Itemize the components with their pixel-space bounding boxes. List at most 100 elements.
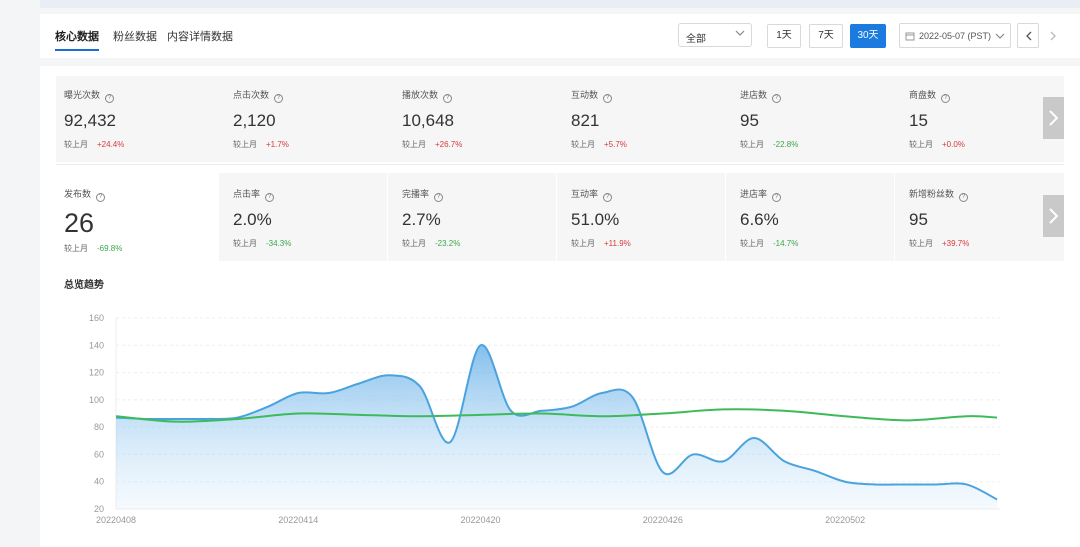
help-icon[interactable]: ? (772, 193, 782, 202)
metric-impressions: 曝光次数? 92,432 较上月 +24.4% (64, 88, 124, 150)
help-icon[interactable]: ? (274, 94, 284, 103)
metric-comp-label: 较上月 (64, 244, 88, 253)
chevron-right-icon (1049, 110, 1059, 126)
tab-bar: 核心数据 粉丝数据 内容详情数据 全部 1天 7天 30天 2022-05-07… (40, 14, 1080, 58)
chart-title: 总览趋势 (64, 280, 104, 291)
metric-store-visit-rate: 进店率? 6.6% 较上月 -14.7% (740, 187, 798, 249)
metric-store-visits: 进店数? 95 较上月 -22.8% (740, 88, 798, 150)
metric-label: 完播率 (402, 189, 430, 199)
metric-change: +0.0% (942, 140, 965, 149)
metric-label: 进店率 (740, 189, 768, 199)
metrics-row-2: 发布数? 26 较上月 -69.8% 点击率? 2.0% 较上月 -34.3% 完播… (56, 173, 1064, 261)
metric-comp-label: 较上月 (740, 239, 764, 248)
help-icon[interactable]: ? (105, 94, 115, 103)
metric-label: 互动数 (571, 90, 599, 100)
metric-value: 95 (740, 111, 759, 130)
metric-comp-label: 较上月 (402, 140, 426, 149)
metric-completion-rate: 完播率? 2.7% 较上月 -23.2% (402, 187, 460, 249)
help-icon[interactable]: ? (96, 193, 106, 202)
metric-value: 821 (571, 111, 600, 130)
help-icon[interactable]: ? (959, 193, 969, 202)
metric-label: 新增粉丝数 (909, 189, 955, 199)
metrics-row-1: 曝光次数? 92,432 较上月 +24.4% 点击次数? 2,120 较上月 +1… (56, 76, 1064, 162)
divider (56, 164, 1064, 165)
help-icon[interactable]: ? (941, 94, 951, 103)
tab-content-detail[interactable]: 内容详情数据 (167, 28, 233, 44)
chevron-right-icon (1049, 208, 1059, 224)
range-30day-button[interactable]: 30天 (850, 24, 886, 48)
metric-change: -22.8% (773, 140, 799, 149)
filter-select[interactable]: 全部 (678, 23, 752, 47)
date-picker-value: 2022-05-07 (PST) (919, 31, 992, 41)
metric-label: 发布数 (64, 189, 92, 199)
help-icon[interactable]: ? (603, 94, 613, 103)
chevron-down-icon (735, 30, 745, 36)
metric-comp-label: 较上月 (233, 239, 257, 248)
metric-label: 点击率 (233, 189, 261, 199)
metric-change: -69.8% (97, 244, 123, 253)
metric-comp-label: 较上月 (740, 140, 764, 149)
metric-comp-label: 较上月 (233, 140, 257, 149)
metric-comp-label: 较上月 (571, 239, 595, 248)
metrics-row-2-next-button[interactable] (1043, 195, 1064, 237)
prev-date-button[interactable] (1017, 23, 1039, 48)
metric-value: 2.0% (233, 210, 272, 229)
metric-label: 商盘数 (909, 90, 937, 100)
metric-label: 进店数 (740, 90, 768, 100)
metric-comp-label: 较上月 (571, 140, 595, 149)
metric-value: 15 (909, 111, 928, 130)
metric-comp-label: 较上月 (909, 140, 933, 149)
help-icon[interactable]: ? (603, 193, 613, 202)
metric-new-followers: 新增粉丝数? 95 较上月 +39.7% (909, 187, 969, 249)
metric-change: -14.7% (773, 239, 799, 248)
tab-fans-data[interactable]: 粉丝数据 (113, 28, 157, 44)
metric-value: 92,432 (64, 111, 116, 130)
calendar-icon (905, 32, 915, 41)
metric-clicks: 点击次数? 2,120 较上月 +1.7% (233, 88, 289, 150)
next-date-button[interactable] (1041, 23, 1063, 48)
metric-change: +11.9% (604, 239, 631, 248)
metric-change: +5.7% (604, 140, 627, 149)
metric-interactions: 互动数? 821 较上月 +5.7% (571, 88, 627, 150)
metric-change: +1.7% (266, 140, 289, 149)
metric-comp-label: 较上月 (64, 140, 88, 149)
help-icon[interactable]: ? (443, 94, 453, 103)
metric-value: 2,120 (233, 111, 276, 130)
metric-value: 26 (64, 208, 95, 238)
tab-core-data[interactable]: 核心数据 (55, 28, 99, 51)
metric-change: +24.4% (97, 140, 125, 149)
metric-publish-count: 发布数? 26 较上月 -69.8% (64, 187, 122, 254)
metric-comp-label: 较上月 (402, 239, 426, 248)
metric-value: 51.0% (571, 210, 620, 229)
help-icon[interactable]: ? (434, 193, 444, 202)
help-icon[interactable]: ? (772, 94, 782, 103)
metric-value: 6.6% (740, 210, 779, 229)
metric-change: +26.7% (435, 140, 463, 149)
range-7day-button[interactable]: 7天 (809, 24, 843, 48)
metric-change: -23.2% (435, 239, 461, 248)
metric-label: 播放次数 (402, 90, 439, 100)
metric-value: 2.7% (402, 210, 441, 229)
metric-shop-count: 商盘数? 15 较上月 +0.0% (909, 88, 965, 150)
metric-change: +39.7% (942, 239, 970, 248)
metric-change: -34.3% (266, 239, 292, 248)
metric-label: 点击次数 (233, 90, 270, 100)
range-1day-button[interactable]: 1天 (767, 24, 801, 48)
metric-value: 10,648 (402, 111, 454, 130)
metric-click-rate: 点击率? 2.0% 较上月 -34.3% (233, 187, 291, 249)
chevron-right-icon (1050, 31, 1056, 41)
metric-value: 95 (909, 210, 928, 229)
chevron-down-icon (995, 33, 1005, 39)
filter-select-value: 全部 (686, 34, 706, 45)
metric-label: 互动率 (571, 189, 599, 199)
help-icon[interactable]: ? (265, 193, 275, 202)
metric-plays: 播放次数? 10,648 较上月 +26.7% (402, 88, 462, 150)
metric-comp-label: 较上月 (909, 239, 933, 248)
top-strip (40, 0, 1080, 8)
metric-label: 曝光次数 (64, 90, 101, 100)
data-panel: 曝光次数? 92,432 较上月 +24.4% 点击次数? 2,120 较上月 +1… (40, 66, 1080, 547)
chevron-left-icon (1026, 31, 1032, 41)
metric-interaction-rate: 互动率? 51.0% 较上月 +11.9% (571, 187, 631, 249)
date-picker[interactable]: 2022-05-07 (PST) (899, 23, 1011, 48)
metrics-row-1-next-button[interactable] (1043, 97, 1064, 139)
